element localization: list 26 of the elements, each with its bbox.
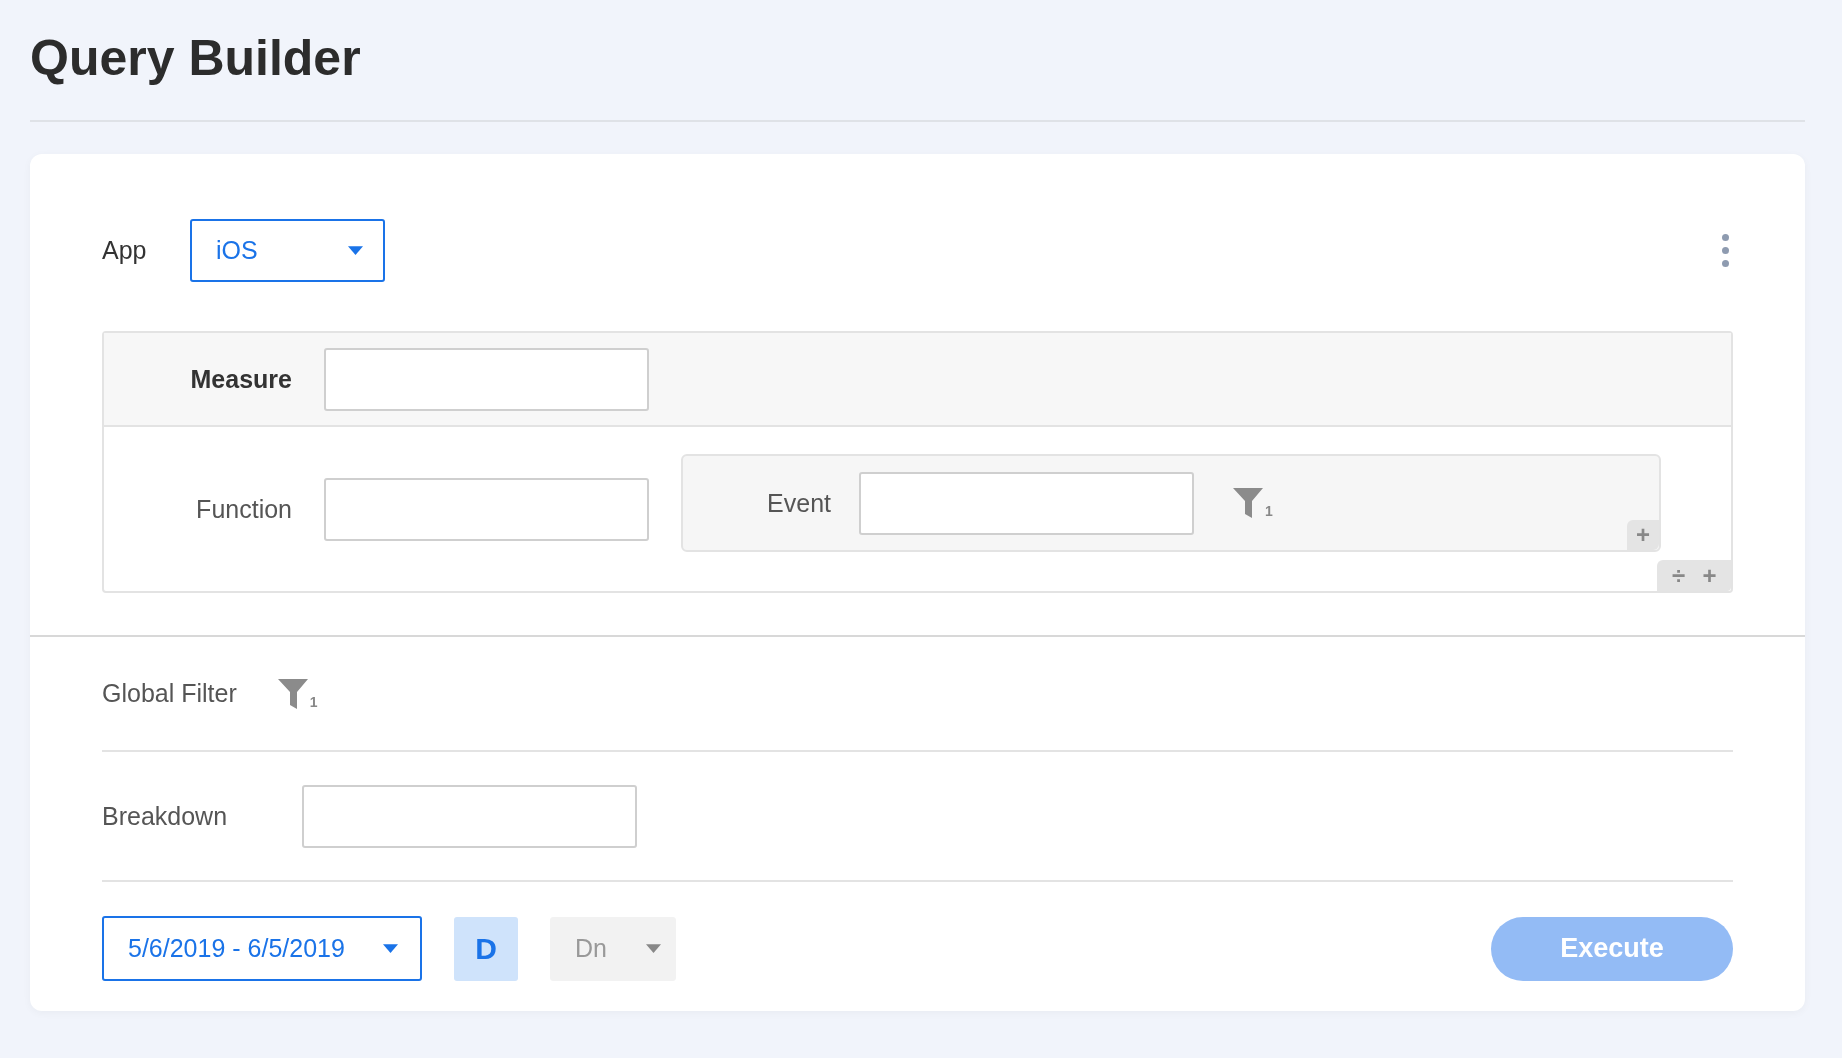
measure-input[interactable]	[324, 347, 649, 411]
caret-icon	[646, 944, 661, 953]
page-title: Query Builder	[30, 29, 362, 88]
add-button[interactable]: +	[1627, 520, 1659, 550]
filter-icon	[276, 677, 309, 710]
event-input[interactable]	[859, 471, 1194, 535]
breakdown-input[interactable]	[302, 784, 637, 848]
global-filter-label: Global Filter	[102, 679, 237, 708]
app-dropdown[interactable]: iOS	[190, 218, 385, 282]
filter-button[interactable]: 1	[276, 677, 318, 710]
breakdown-label: Breakdown	[102, 801, 229, 831]
filter-icon	[1232, 487, 1264, 519]
event-label: Event	[766, 488, 831, 518]
filter-button[interactable]: 1	[1232, 487, 1273, 519]
measure-label: Measure	[189, 364, 292, 394]
filter-count: 1	[1265, 503, 1273, 519]
caret-icon	[348, 245, 363, 255]
granularity-toggle[interactable]: D	[454, 916, 518, 981]
add-button[interactable]: +	[1694, 560, 1725, 591]
app-label: App	[102, 235, 148, 265]
function-input[interactable]	[324, 477, 649, 541]
divide-button[interactable]: ÷	[1663, 560, 1694, 591]
filter-count: 1	[309, 693, 318, 710]
date-range-dropdown[interactable]: 5/6/2019 - 6/5/2019	[102, 916, 422, 981]
function-label: Function	[195, 494, 292, 524]
caret-icon	[383, 944, 398, 953]
